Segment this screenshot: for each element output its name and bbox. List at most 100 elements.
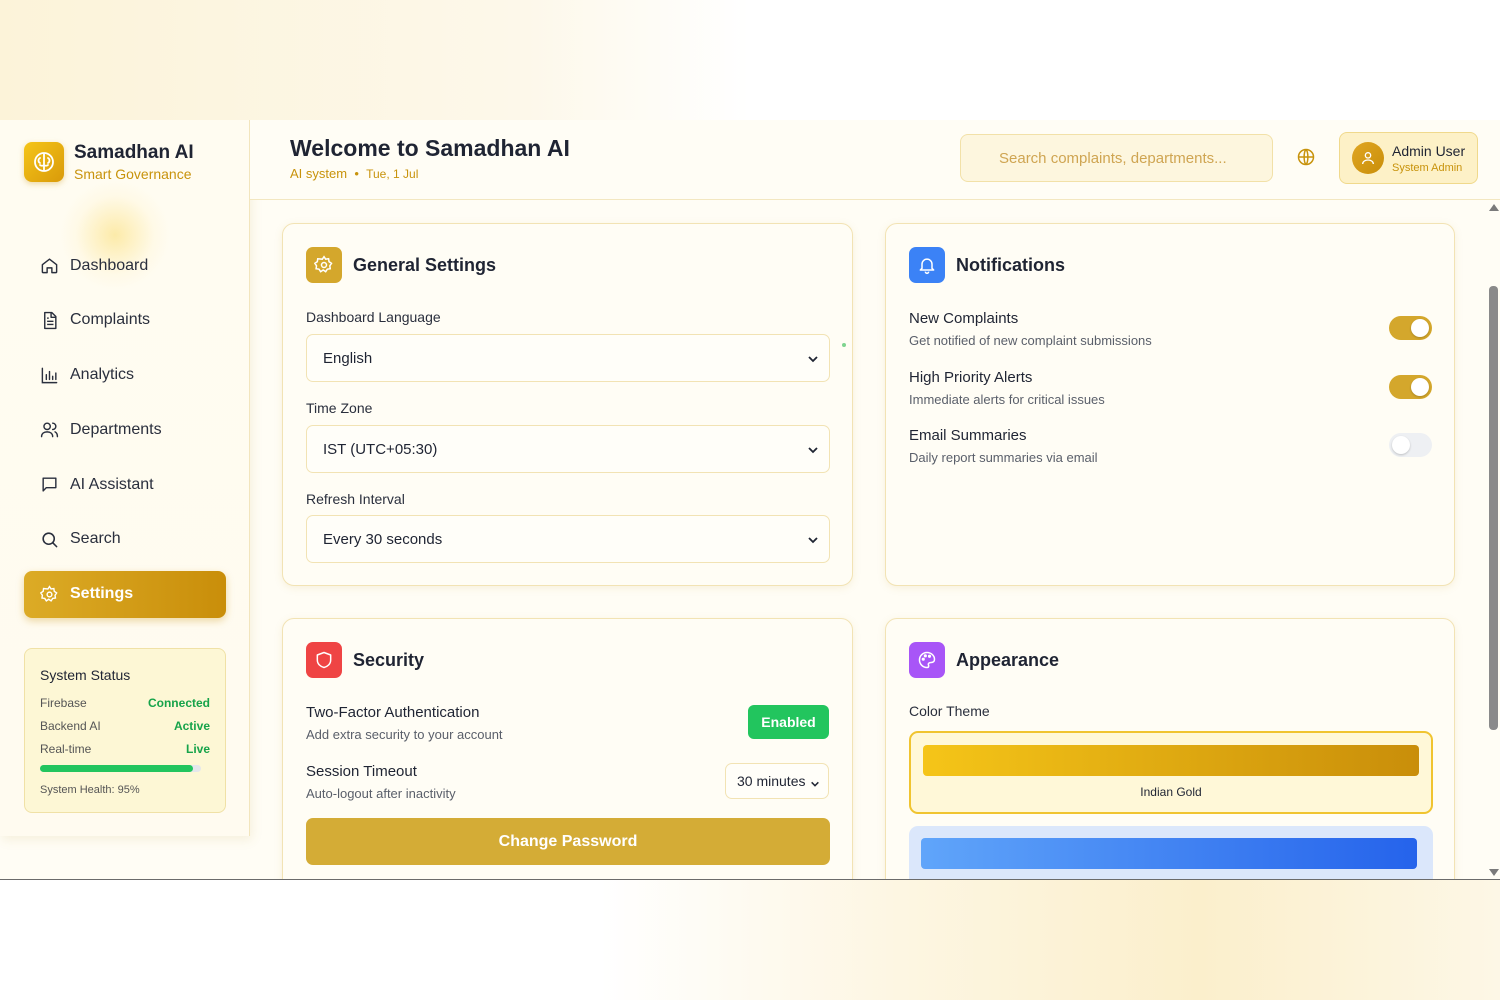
sidebar-item-complaints[interactable]: Complaints — [24, 297, 226, 344]
sidebar-item-label: Dashboard — [70, 256, 149, 274]
language-select[interactable]: English — [306, 334, 830, 382]
card-title: Appearance — [956, 649, 1060, 670]
scrollbar-thumb[interactable] — [1489, 286, 1498, 730]
status-label: Firebase — [40, 696, 87, 710]
system-health-bar — [40, 765, 201, 772]
sidebar-item-departments[interactable]: Departments — [24, 406, 226, 453]
chevron-down-icon — [807, 533, 819, 545]
sidebar-item-label: Search — [70, 530, 121, 548]
chevron-down-icon — [807, 443, 819, 455]
security-card: Security Two-Factor Authentication Add e… — [282, 618, 853, 879]
chevron-down-icon — [810, 776, 820, 787]
app-window: Samadhan AI Smart Governance Dashboard C… — [0, 120, 1500, 880]
shield-icon — [306, 642, 342, 678]
twofa-enabled-button[interactable]: Enabled — [748, 705, 829, 739]
sidebar: Samadhan AI Smart Governance Dashboard C… — [0, 120, 250, 836]
session-timeout-select[interactable]: 30 minutes — [725, 763, 829, 799]
system-health-fill — [40, 765, 193, 772]
search-icon — [39, 529, 59, 549]
brand-title: Samadhan AI — [74, 142, 194, 163]
status-row-backend-ai: Backend AI Active — [40, 719, 210, 733]
user-menu-button[interactable]: Admin User System Admin — [1339, 132, 1478, 184]
session-timeout-title: Session Timeout — [306, 763, 417, 780]
sidebar-item-label: Departments — [70, 420, 162, 438]
select-value: 30 minutes — [737, 773, 806, 789]
general-settings-card: General Settings Dashboard Language Engl… — [282, 223, 853, 586]
scroll-down-arrow-icon[interactable] — [1489, 869, 1499, 876]
status-label: Backend AI — [40, 719, 101, 733]
appearance-card: Appearance Color Theme Indian Gold — [885, 618, 1455, 879]
status-value: Connected — [147, 696, 210, 710]
field-label: Refresh Interval — [306, 491, 405, 507]
theme-option-blue[interactable] — [909, 826, 1433, 879]
system-status-card: System Status Firebase Connected Backend… — [24, 648, 226, 813]
card-title: General Settings — [353, 254, 497, 275]
subtitle-separator: • — [354, 166, 359, 181]
brand-subtitle: Smart Governance — [74, 166, 192, 182]
brand[interactable]: Samadhan AI Smart Governance — [24, 142, 194, 182]
decor-dot — [842, 343, 846, 347]
avatar — [1352, 142, 1384, 174]
gear-icon — [39, 584, 59, 604]
status-value: Live — [185, 742, 210, 756]
users-icon — [39, 420, 59, 440]
theme-option-indian-gold[interactable]: Indian Gold — [909, 731, 1433, 814]
scroll-up-arrow-icon[interactable] — [1489, 204, 1499, 211]
timezone-select[interactable]: IST (UTC+05:30) — [306, 425, 830, 473]
system-health-text: System Health: 95% — [40, 784, 140, 796]
sidebar-item-search[interactable]: Search — [24, 516, 226, 563]
theme-swatch — [921, 838, 1417, 869]
bar-chart-icon — [39, 365, 59, 385]
message-icon — [39, 475, 59, 495]
select-value: English — [323, 349, 373, 367]
document-icon — [39, 310, 59, 330]
field-label: Dashboard Language — [306, 309, 441, 325]
new-complaints-toggle[interactable] — [1389, 316, 1432, 340]
select-value: Every 30 seconds — [323, 530, 443, 548]
user-name: Admin User — [1392, 142, 1466, 159]
sidebar-item-settings[interactable]: Settings — [24, 570, 226, 618]
sidebar-item-ai-assistant[interactable]: AI Assistant — [24, 461, 226, 508]
notification-title: Email Summaries — [909, 427, 1027, 444]
page-background-top — [0, 0, 1500, 120]
status-value: Active — [173, 719, 210, 733]
notification-desc: Daily report summaries via email — [909, 450, 1098, 465]
status-label: Real-time — [40, 742, 92, 756]
chevron-down-icon — [807, 352, 819, 364]
high-priority-alerts-toggle[interactable] — [1389, 375, 1432, 399]
sidebar-item-dashboard[interactable]: Dashboard — [24, 242, 226, 289]
page-title: Welcome to Samadhan AI — [290, 135, 570, 161]
twofa-desc: Add extra security to your account — [306, 727, 503, 742]
change-password-button[interactable]: Change Password — [306, 818, 830, 865]
color-theme-label: Color Theme — [909, 703, 990, 719]
sidebar-item-label: AI Assistant — [70, 475, 154, 493]
brain-icon — [24, 142, 64, 182]
sidebar-item-label: Analytics — [70, 366, 135, 384]
subtitle-date: Tue, 1 Jul — [366, 167, 419, 181]
subtitle-system: AI system — [290, 166, 348, 181]
top-header: Welcome to Samadhan AI AI system • Tue, … — [250, 120, 1500, 200]
notification-desc: Immediate alerts for critical issues — [909, 392, 1105, 407]
sidebar-item-analytics[interactable]: Analytics — [24, 352, 226, 399]
notification-desc: Get notified of new complaint submission… — [909, 333, 1152, 348]
select-value: IST (UTC+05:30) — [323, 440, 438, 458]
sidebar-item-label: Settings — [70, 585, 134, 603]
search-input[interactable] — [960, 134, 1273, 182]
user-role: System Admin — [1392, 161, 1463, 174]
notification-title: High Priority Alerts — [909, 369, 1033, 386]
palette-icon — [909, 642, 945, 678]
status-row-firebase: Firebase Connected — [40, 696, 210, 710]
sidebar-item-label: Complaints — [70, 311, 151, 329]
globe-icon[interactable] — [1296, 147, 1316, 167]
system-status-title: System Status — [40, 667, 131, 683]
twofa-title: Two-Factor Authentication — [306, 704, 480, 721]
email-summaries-toggle[interactable] — [1389, 433, 1432, 457]
sidebar-nav: Dashboard Complaints Analytics Departmen… — [24, 242, 226, 626]
page-subtitle: AI system • Tue, 1 Jul — [290, 166, 418, 181]
refresh-interval-select[interactable]: Every 30 seconds — [306, 515, 830, 563]
theme-swatch — [923, 745, 1419, 776]
field-label: Time Zone — [306, 400, 373, 416]
session-timeout-desc: Auto-logout after inactivity — [306, 786, 456, 801]
home-icon — [39, 256, 59, 276]
card-title: Notifications — [956, 254, 1066, 275]
